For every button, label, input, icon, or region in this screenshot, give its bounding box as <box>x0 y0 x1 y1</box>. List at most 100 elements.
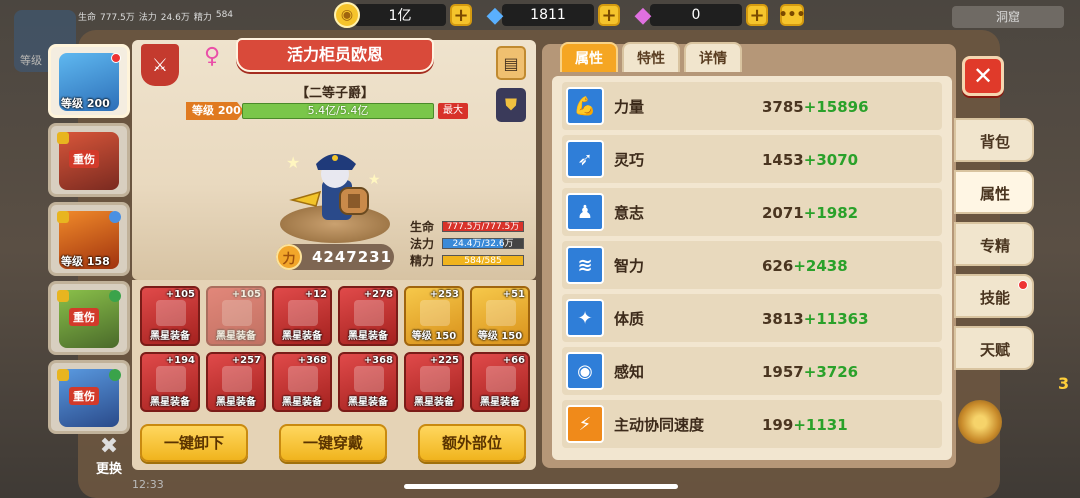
attribute-row[interactable]: ◉ 感知 1957+3726 <box>562 347 942 395</box>
shield-icon <box>109 211 121 223</box>
enhance-level: +368 <box>363 355 393 366</box>
armor-icon[interactable]: ⛊ <box>496 88 526 122</box>
attribute-row[interactable]: ➶ 灵巧 1453+3070 <box>562 135 942 183</box>
equipment-label: 等级 150 <box>411 331 457 342</box>
mini-energy-label: 精力 <box>193 13 212 23</box>
rank-title: 【二等子爵】 <box>295 86 374 101</box>
side-tab[interactable]: 背包 <box>954 118 1034 162</box>
hero-card[interactable]: 等级 158 <box>48 202 130 276</box>
equipment-item-icon <box>354 300 384 326</box>
add-pink-gem-button[interactable]: + <box>746 4 768 26</box>
change-hero-button[interactable]: ✖ 更换 <box>88 434 130 478</box>
unequip-all-button[interactable]: 一键卸下 <box>140 424 248 462</box>
swap-icon: ✖ <box>99 434 119 459</box>
attribute-row[interactable]: ♟ 意志 2071+1982 <box>562 188 942 236</box>
hero-card[interactable]: 等级 200 <box>48 44 130 118</box>
exp-bar: 5.4亿/5.4亿 <box>242 103 434 119</box>
energy-row: 精力 584/585 <box>410 252 526 269</box>
equipment-slot[interactable]: +368 黑星装备 <box>338 352 398 412</box>
attribute-base: 626 <box>762 256 794 275</box>
book-icon[interactable]: ▤ <box>496 46 526 80</box>
lock-icon <box>57 132 69 144</box>
class-emblem-icon[interactable]: ⚔ <box>141 44 179 86</box>
enhance-level: +105 <box>231 289 261 300</box>
hp-row: 生命 777.5万/777.5万 <box>410 218 526 235</box>
side-tab[interactable]: 天赋 <box>954 326 1034 370</box>
max-tag: 最大 <box>438 103 468 119</box>
lock-icon <box>57 211 69 223</box>
equipment-slot[interactable]: +368 黑星装备 <box>272 352 332 412</box>
equipment-slot[interactable]: +51 等级 150 <box>470 286 530 346</box>
hero-figure: ★ ★ <box>286 153 381 220</box>
equipment-slot[interactable]: +12 黑星装备 <box>272 286 332 346</box>
more-button[interactable]: ••• <box>779 4 805 26</box>
attribute-name: 体质 <box>614 309 645 328</box>
intellect-icon: ≋ <box>566 246 604 284</box>
attribute-name: 意志 <box>614 203 645 222</box>
notification-dot <box>111 53 121 63</box>
attribute-base: 199 <box>762 415 794 434</box>
diamond-value: 1811 <box>502 4 594 26</box>
hero-card[interactable]: 重伤 <box>48 123 130 197</box>
add-coin-button[interactable]: + <box>450 4 472 26</box>
attribute-row[interactable]: ⚡ 主动协同速度 199+1131 <box>562 400 942 448</box>
hp-label: 生命 <box>410 220 435 234</box>
tab-traits[interactable]: 特性 <box>622 42 680 72</box>
pink-gem-icon: ◆ <box>634 2 652 28</box>
attribute-base: 1453 <box>762 150 804 169</box>
extra-slots-button[interactable]: 额外部位 <box>418 424 526 462</box>
pink-gem-value: 0 <box>650 4 742 26</box>
side-tab[interactable]: 专精 <box>954 222 1034 266</box>
injured-badge: 重伤 <box>69 308 99 326</box>
tab-attributes[interactable]: 属性 <box>560 42 618 72</box>
enhance-level: +12 <box>304 289 327 300</box>
side-tab-label: 技能 <box>980 289 1011 307</box>
equipment-slot[interactable]: +105 黑星装备 <box>140 286 200 346</box>
female-icon: ♀ <box>204 44 221 69</box>
equipment-item-icon <box>420 366 450 392</box>
lock-icon <box>57 369 69 381</box>
injured-badge: 重伤 <box>69 150 99 168</box>
attribute-row[interactable]: ✦ 体质 3813+11363 <box>562 294 942 342</box>
equipment-label: 等级 150 <box>477 331 523 342</box>
equip-all-button[interactable]: 一键穿戴 <box>279 424 387 462</box>
equipment-slot[interactable]: +66 黑星装备 <box>470 352 530 412</box>
equipment-item-icon <box>354 366 384 392</box>
mp-row: 法力 24.4万/32.6万 <box>410 235 526 252</box>
equipment-slot[interactable]: +105 黑星装备 <box>206 286 266 346</box>
home-indicator[interactable] <box>404 484 678 489</box>
side-tab[interactable]: 技能 <box>954 274 1034 318</box>
mini-hp-label: 生命 <box>78 13 97 23</box>
tab-details[interactable]: 详情 <box>684 42 742 72</box>
attribute-name: 灵巧 <box>614 150 645 169</box>
equipment-slot[interactable]: +194 黑星装备 <box>140 352 200 412</box>
attribute-row[interactable]: 💪 力量 3785+15896 <box>562 82 942 130</box>
close-button[interactable]: ✕ <box>962 56 1004 96</box>
attribute-tabs: 属性 特性 详情 <box>560 42 742 72</box>
location-tag[interactable]: 洞窟 <box>952 6 1064 28</box>
mini-stats: 生命 777.5万 法力 24.6万 精力 584 <box>78 10 233 23</box>
equipment-item-icon <box>156 300 186 326</box>
add-diamond-button[interactable]: + <box>598 4 620 26</box>
equipment-label: 黑星装备 <box>282 331 322 342</box>
attribute-row[interactable]: ≋ 智力 626+2438 <box>562 241 942 289</box>
equipment-slot[interactable]: +225 黑星装备 <box>404 352 464 412</box>
energy-bar: 584/585 <box>442 255 524 266</box>
side-tab-label: 专精 <box>980 237 1011 255</box>
hero-card[interactable]: 重伤 <box>48 281 130 355</box>
equipment-item-icon <box>222 300 252 326</box>
equipment-slot[interactable]: +257 黑星装备 <box>206 352 266 412</box>
equipment-slot[interactable]: +253 等级 150 <box>404 286 464 346</box>
status-time: 12:33 <box>132 478 164 491</box>
side-tab[interactable]: 属性 <box>954 170 1034 214</box>
hero-card[interactable]: 重伤 <box>48 360 130 434</box>
mini-mp-value: 24.6万 <box>160 13 190 23</box>
equipment-slot[interactable]: +278 黑星装备 <box>338 286 398 346</box>
coin-resource: ◉ 1亿 + <box>334 2 472 28</box>
side-tab-label: 背包 <box>980 133 1011 151</box>
svg-text:★: ★ <box>286 153 300 172</box>
mp-label: 法力 <box>410 237 435 251</box>
energy-label: 精力 <box>410 254 435 268</box>
power-icon: 力 <box>276 244 302 270</box>
equipment-label: 黑星装备 <box>150 397 190 408</box>
